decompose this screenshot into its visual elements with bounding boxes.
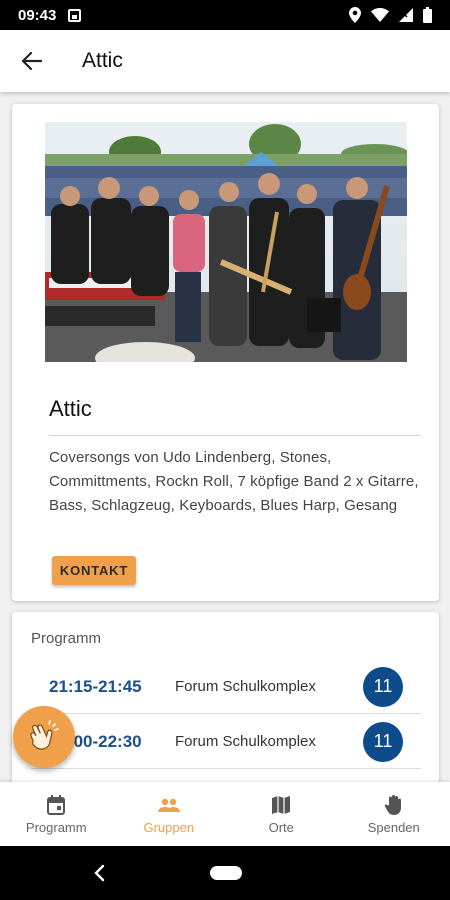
arrow-left-icon — [22, 52, 42, 70]
clap-fab-button[interactable] — [13, 706, 75, 768]
nav-label: Gruppen — [143, 819, 195, 835]
bottom-navigation: Programm Gruppen Orte Spenden — [0, 782, 450, 846]
group-card: Attic Coversongs von Udo Lindenberg, Sto… — [12, 104, 439, 601]
program-title: Programm — [31, 630, 102, 647]
program-row[interactable]: 21:15-21:45 Forum Schulkomplex 11 — [31, 660, 421, 714]
group-description: Coversongs von Udo Lindenberg, Stones, C… — [49, 449, 419, 514]
page-title: Attic — [82, 49, 123, 72]
people-icon — [157, 794, 181, 816]
system-navigation-bar — [0, 846, 450, 900]
system-home-button[interactable] — [210, 866, 242, 880]
nav-label: Orte — [268, 819, 294, 835]
stage-number-badge: 11 — [363, 666, 403, 707]
divider — [49, 435, 421, 436]
program-place: Forum Schulkomplex — [175, 733, 316, 750]
nav-item-programm[interactable]: Programm — [0, 782, 113, 846]
band-photo — [45, 122, 407, 362]
program-place: Forum Schulkomplex — [175, 678, 316, 695]
status-bar: 09:43 — [0, 0, 450, 30]
battery-icon — [423, 7, 432, 23]
group-name: Attic — [49, 396, 92, 421]
clapping-hands-icon — [30, 720, 59, 750]
status-time: 09:43 — [18, 6, 57, 24]
nav-item-orte[interactable]: Orte — [225, 782, 338, 846]
contact-button[interactable]: KONTAKT — [52, 556, 136, 585]
content-scroll[interactable]: Attic Coversongs von Udo Lindenberg, Sto… — [0, 92, 450, 782]
stage-number-badge: 11 — [363, 721, 403, 762]
status-icons — [349, 7, 432, 23]
hand-icon — [384, 794, 404, 816]
program-card: Programm 21:15-21:45 Forum Schulkomplex … — [12, 612, 439, 782]
map-icon — [271, 794, 291, 816]
image-notification-icon — [68, 8, 82, 22]
nav-label: Spenden — [367, 819, 420, 835]
nav-item-spenden[interactable]: Spenden — [338, 782, 450, 846]
calendar-icon — [47, 794, 66, 816]
system-back-icon[interactable] — [92, 863, 106, 883]
wifi-icon — [371, 8, 389, 22]
program-time: 21:15-21:45 — [49, 676, 142, 696]
signal-icon — [399, 8, 413, 22]
program-row[interactable]: 22:00-22:30 Forum Schulkomplex 11 — [31, 715, 421, 769]
location-icon — [349, 7, 361, 23]
app-bar: Attic — [0, 30, 450, 92]
back-button[interactable] — [0, 30, 64, 92]
nav-label: Programm — [25, 819, 87, 835]
nav-item-gruppen[interactable]: Gruppen — [113, 782, 226, 846]
